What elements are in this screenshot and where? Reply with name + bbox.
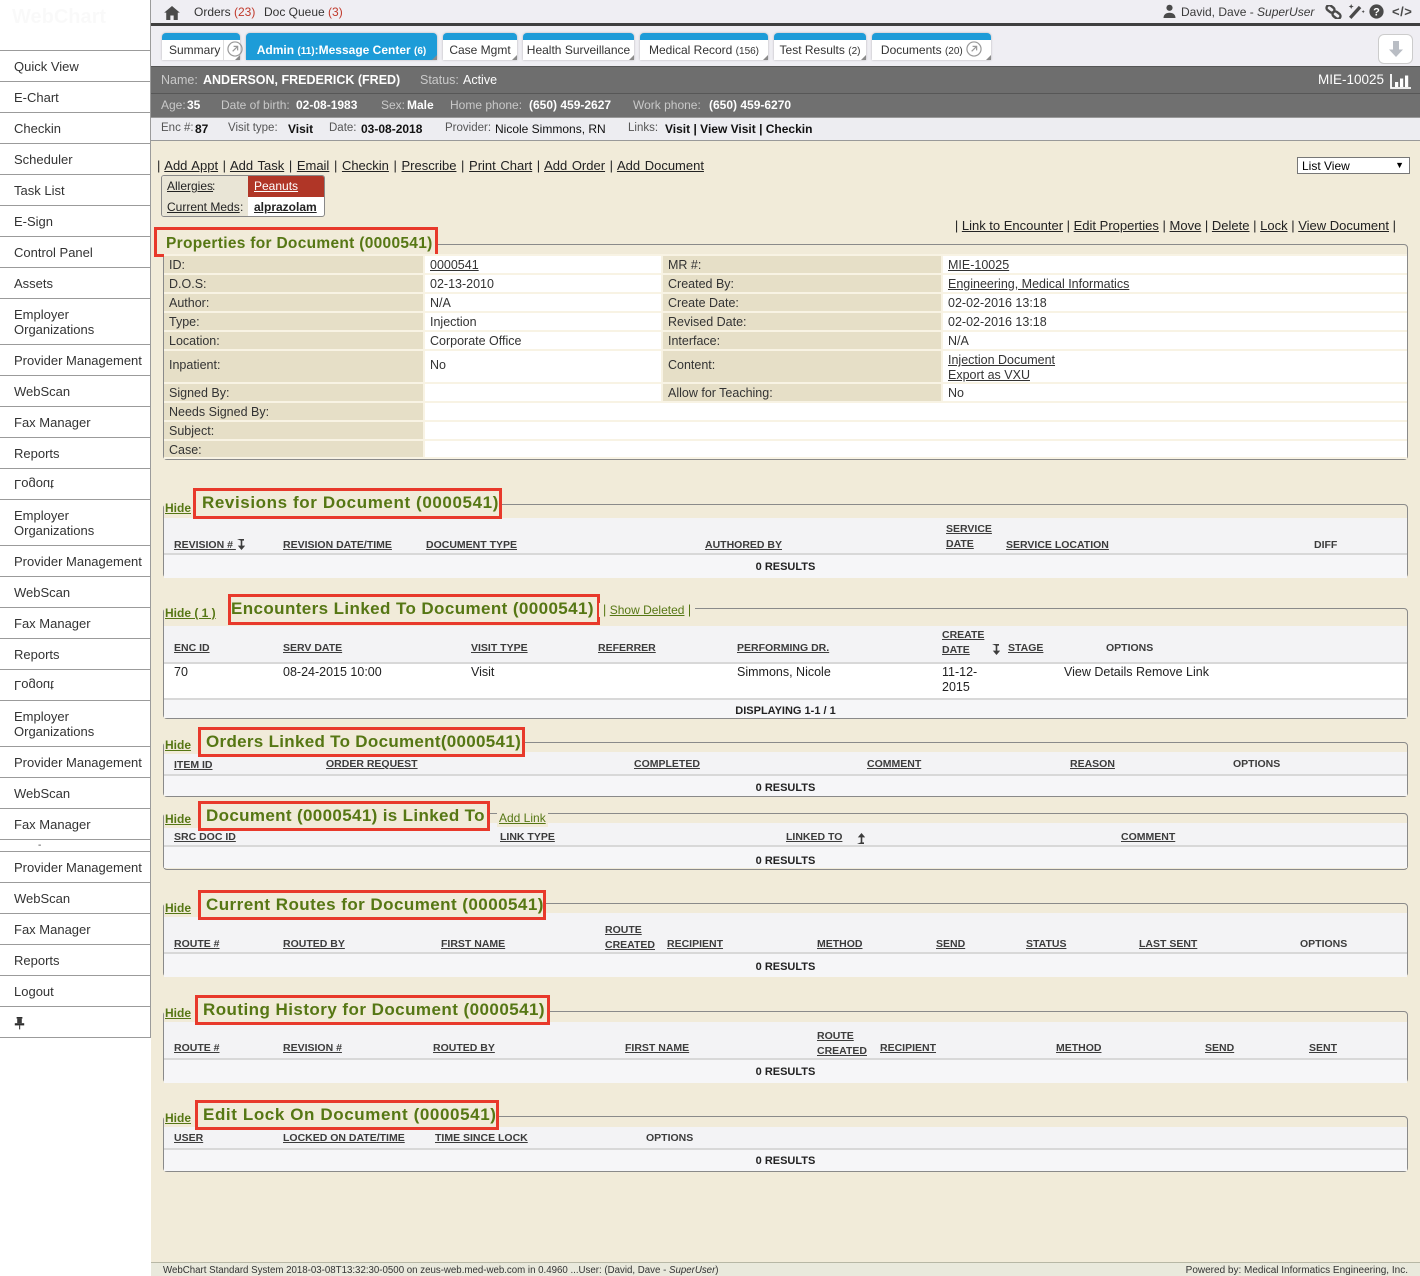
svg-text:?: ?: [1373, 6, 1380, 18]
